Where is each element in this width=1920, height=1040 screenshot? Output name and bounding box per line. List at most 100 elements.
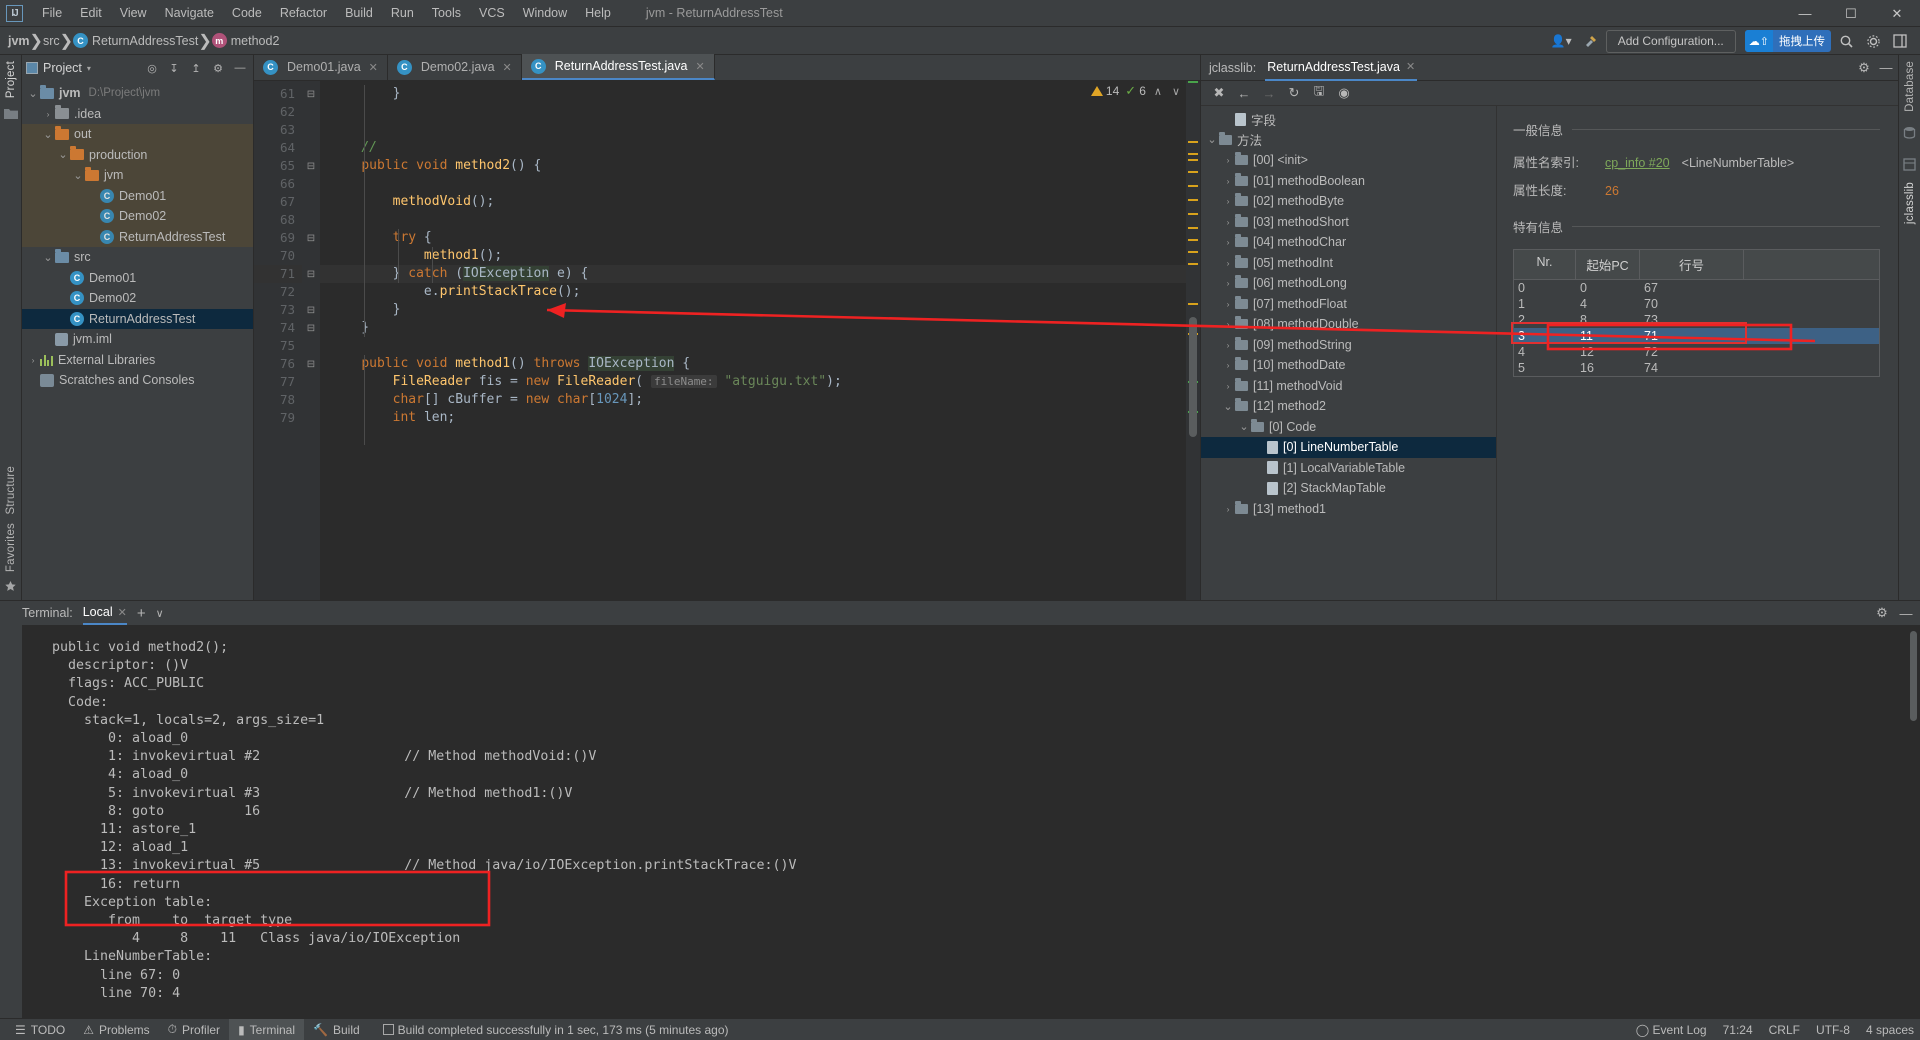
- code-line[interactable]: public void method2() {: [320, 157, 1186, 175]
- error-stripe-markers[interactable]: [1186, 81, 1200, 600]
- jclasslib-tree-item[interactable]: ⌄ [0] Code: [1201, 417, 1496, 438]
- prev-problem-icon[interactable]: ∧: [1152, 85, 1164, 98]
- chevron-right-icon[interactable]: ›: [1221, 196, 1235, 206]
- fold-marker[interactable]: ⊟: [302, 157, 320, 175]
- minimize-button[interactable]: —: [1782, 0, 1828, 27]
- tool-window-database[interactable]: Database: [1904, 61, 1916, 112]
- breadcrumb-method[interactable]: m method2: [211, 33, 279, 48]
- search-icon[interactable]: [1834, 30, 1858, 52]
- fold-icon[interactable]: ⊟: [307, 323, 315, 334]
- fold-marker[interactable]: ⊟: [302, 85, 320, 103]
- gear-icon[interactable]: ⚙: [1854, 58, 1874, 78]
- hammer-icon[interactable]: [1579, 30, 1603, 52]
- chevron-right-icon[interactable]: ›: [1221, 278, 1235, 288]
- code-line[interactable]: [320, 337, 1186, 355]
- code-line[interactable]: //: [320, 139, 1186, 157]
- close-icon[interactable]: ✖: [1209, 83, 1229, 103]
- statusbar-todo[interactable]: ☰ TODO: [6, 1019, 74, 1040]
- error-stripe-mark[interactable]: [1188, 171, 1198, 173]
- fold-icon[interactable]: ⊟: [307, 269, 315, 280]
- jclasslib-tree-item[interactable]: › [09] methodString: [1201, 335, 1496, 356]
- chevron-right-icon[interactable]: ›: [1221, 340, 1235, 350]
- project-tree-item[interactable]: jvm.iml: [22, 329, 253, 350]
- fold-marker[interactable]: ⊟: [302, 229, 320, 247]
- tool-window-favorites[interactable]: Favorites: [5, 523, 17, 572]
- project-tree[interactable]: ⌄ jvm D:\Project\jvm › .idea ⌄ out ⌄ production ⌄…: [22, 81, 253, 600]
- chevron-down-icon[interactable]: ⌄: [41, 251, 55, 264]
- jclasslib-tree[interactable]: 字段 ⌄ 方法 › [00] <init> › [01] methodBoolean › [02…: [1201, 106, 1497, 600]
- statusbar-indent[interactable]: 4 spaces: [1866, 1023, 1914, 1037]
- col-nr[interactable]: Nr.: [1514, 250, 1576, 279]
- menu-window[interactable]: Window: [514, 3, 576, 23]
- jclasslib-tree-item[interactable]: › [05] methodInt: [1201, 253, 1496, 274]
- statusbar-line-separator[interactable]: CRLF: [1769, 1023, 1800, 1037]
- menu-build[interactable]: Build: [336, 3, 382, 23]
- chevron-right-icon[interactable]: ›: [41, 109, 55, 119]
- jclasslib-tree-item[interactable]: [0] LineNumberTable: [1201, 437, 1496, 458]
- chevron-down-icon[interactable]: ⌄: [1221, 400, 1235, 413]
- chevron-down-icon[interactable]: ∨: [156, 607, 164, 620]
- statusbar-caret-position[interactable]: 71:24: [1723, 1023, 1753, 1037]
- table-row[interactable]: 3 11 71: [1514, 328, 1879, 344]
- forward-icon[interactable]: →: [1259, 83, 1279, 103]
- close-icon[interactable]: ✕: [369, 61, 378, 74]
- minimize-icon[interactable]: —: [1896, 603, 1916, 623]
- project-tree-item[interactable]: ⌄ jvm: [22, 165, 253, 186]
- breadcrumb-class[interactable]: C ReturnAddressTest: [73, 33, 198, 48]
- chevron-down-icon[interactable]: ⌄: [1237, 420, 1251, 433]
- menu-view[interactable]: View: [111, 3, 156, 23]
- menu-vcs[interactable]: VCS: [470, 3, 514, 23]
- editor-tab-bar[interactable]: C Demo01.java ✕ C Demo02.java ✕ C ReturnAddress…: [254, 54, 1200, 81]
- jclasslib-tree-item[interactable]: › [10] methodDate: [1201, 355, 1496, 376]
- jclasslib-icon[interactable]: [1902, 158, 1917, 172]
- jclasslib-tree-item[interactable]: ⌄ [12] method2: [1201, 396, 1496, 417]
- project-tree-item[interactable]: ⌄ out: [22, 124, 253, 145]
- jclasslib-tree-item[interactable]: › [08] methodDouble: [1201, 314, 1496, 335]
- project-tree-item[interactable]: Scratches and Consoles: [22, 370, 253, 391]
- back-icon[interactable]: ←: [1234, 83, 1254, 103]
- warning-count[interactable]: 14: [1090, 84, 1119, 98]
- error-stripe-mark[interactable]: [1188, 213, 1198, 215]
- gear-icon[interactable]: [1861, 30, 1885, 52]
- fold-icon[interactable]: ⊟: [307, 233, 315, 244]
- chevron-right-icon[interactable]: ›: [1221, 381, 1235, 391]
- chevron-right-icon[interactable]: ›: [1221, 155, 1235, 165]
- gear-icon[interactable]: ⚙: [1872, 603, 1892, 623]
- error-stripe-mark[interactable]: [1188, 141, 1198, 143]
- table-row[interactable]: 0 0 67: [1514, 280, 1879, 296]
- jclasslib-tree-item[interactable]: › [11] methodVoid: [1201, 376, 1496, 397]
- project-tree-item[interactable]: C ReturnAddressTest: [22, 308, 253, 329]
- project-tree-item[interactable]: C Demo01: [22, 185, 253, 206]
- error-stripe-mark[interactable]: [1188, 303, 1198, 305]
- chevron-right-icon[interactable]: ›: [26, 355, 40, 365]
- project-tree-item[interactable]: C ReturnAddressTest: [22, 226, 253, 247]
- chevron-down-icon[interactable]: ⌄: [26, 87, 40, 100]
- error-stripe-mark[interactable]: [1188, 159, 1198, 161]
- chevron-right-icon[interactable]: ›: [1221, 299, 1235, 309]
- chevron-right-icon[interactable]: ›: [1221, 258, 1235, 268]
- close-button[interactable]: ✕: [1874, 0, 1920, 27]
- menu-run[interactable]: Run: [382, 3, 423, 23]
- code-line[interactable]: FileReader fis = new FileReader( fileNam…: [320, 373, 1186, 391]
- expand-icon[interactable]: ↥: [187, 59, 205, 77]
- code-line[interactable]: [320, 175, 1186, 193]
- project-tree-item[interactable]: C Demo01: [22, 268, 253, 289]
- minimize-icon[interactable]: —: [1876, 58, 1896, 78]
- jclasslib-tree-item[interactable]: ⌄ 方法: [1201, 130, 1496, 151]
- jclasslib-tree-item[interactable]: › [00] <init>: [1201, 150, 1496, 171]
- code-line[interactable]: char[] cBuffer = new char[1024];: [320, 391, 1186, 409]
- editor-scrollbar[interactable]: [1189, 317, 1197, 437]
- fold-marker[interactable]: ⊟: [302, 319, 320, 337]
- chevron-down-icon[interactable]: ⌄: [1205, 133, 1219, 146]
- add-terminal-button[interactable]: +: [137, 605, 146, 622]
- error-stripe-mark[interactable]: [1188, 263, 1198, 265]
- menu-navigate[interactable]: Navigate: [156, 3, 223, 23]
- tool-window-project[interactable]: Project: [5, 61, 17, 98]
- chevron-right-icon[interactable]: ›: [1221, 217, 1235, 227]
- jclasslib-tree-item[interactable]: › [02] methodByte: [1201, 191, 1496, 212]
- error-stripe-mark[interactable]: [1188, 185, 1198, 187]
- editor-tab[interactable]: C Demo01.java ✕: [254, 54, 388, 80]
- chevron-right-icon[interactable]: ›: [1221, 237, 1235, 247]
- star-icon[interactable]: [4, 580, 18, 594]
- target-icon[interactable]: ◎: [143, 59, 161, 77]
